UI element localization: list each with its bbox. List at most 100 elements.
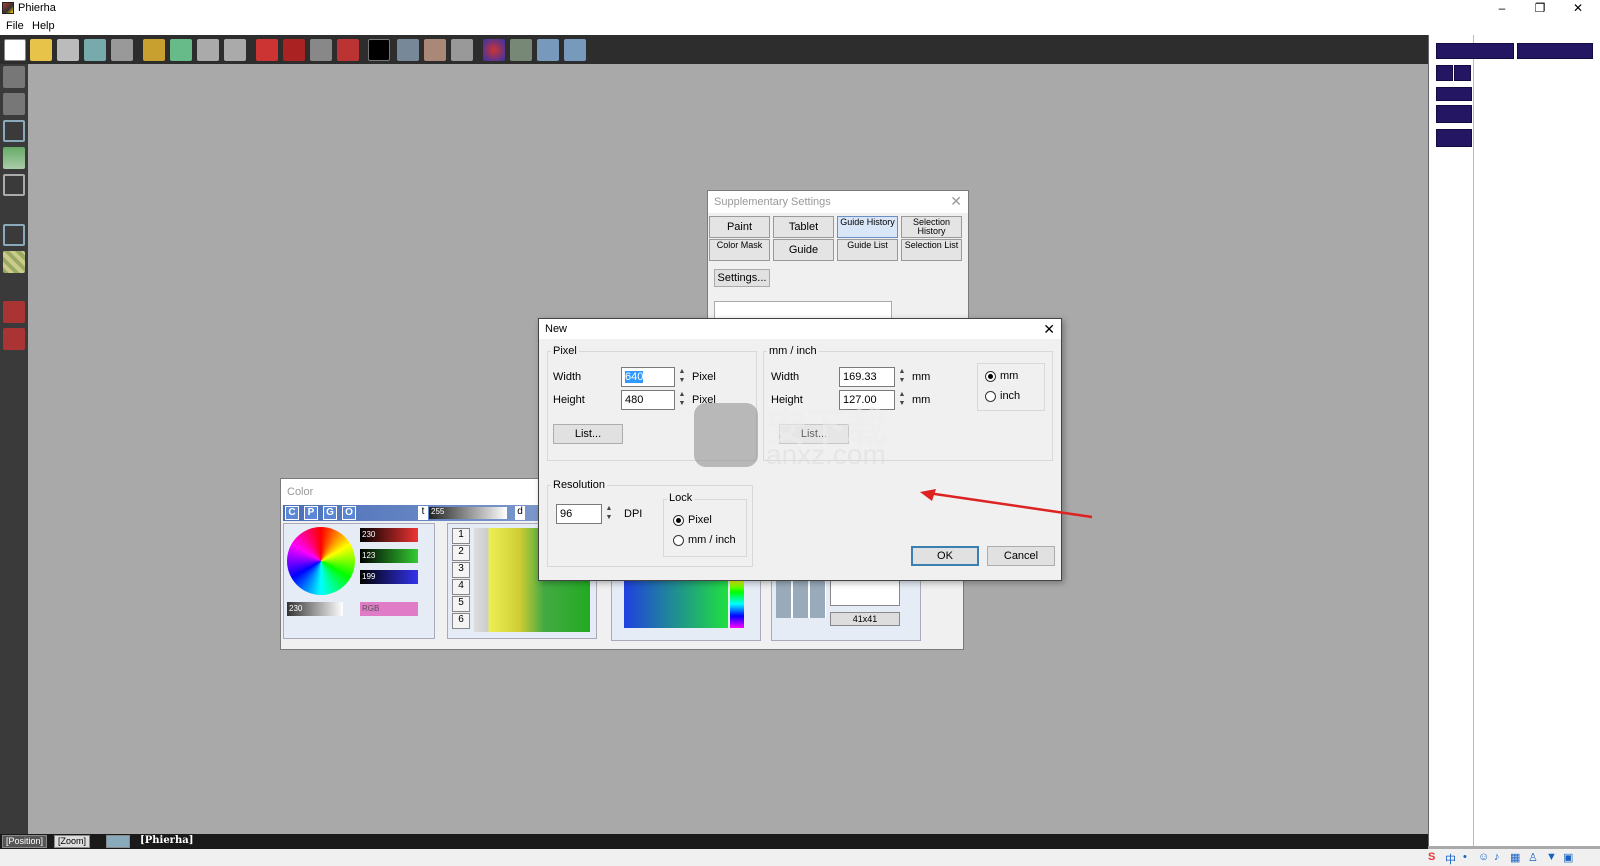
guide-list-button[interactable]: Guide List: [837, 239, 898, 261]
effect-icon[interactable]: [424, 39, 446, 61]
camera-icon[interactable]: [57, 39, 79, 61]
settings-button[interactable]: Settings...: [714, 269, 770, 287]
brush-icon[interactable]: [3, 93, 25, 115]
text-icon[interactable]: [337, 39, 359, 61]
copy-icon[interactable]: [197, 39, 219, 61]
grid-icon[interactable]: ▣: [1563, 851, 1573, 864]
pixel-list-button[interactable]: List...: [553, 424, 623, 444]
zoom-icon[interactable]: [310, 39, 332, 61]
cancel-button[interactable]: Cancel: [987, 546, 1055, 566]
palette-row-6[interactable]: 6: [452, 613, 470, 629]
height-px-input[interactable]: 480: [621, 390, 675, 410]
palette-row-5[interactable]: 5: [452, 596, 470, 612]
lock-mm-radio[interactable]: [673, 535, 684, 546]
width-px-input[interactable]: 640: [621, 367, 675, 387]
checker-icon[interactable]: [3, 251, 25, 273]
layer-block[interactable]: [1436, 43, 1514, 59]
selection-list-button[interactable]: Selection List: [901, 239, 962, 261]
layer-thumb[interactable]: [1436, 65, 1453, 81]
save-icon[interactable]: [84, 39, 106, 61]
layer-item[interactable]: [1436, 129, 1472, 147]
clear-icon[interactable]: [3, 224, 25, 246]
smudge-icon[interactable]: [3, 328, 25, 350]
print-icon[interactable]: [111, 39, 133, 61]
stamp-icon[interactable]: [256, 39, 278, 61]
fill-icon[interactable]: [3, 301, 25, 323]
transparency-slider[interactable]: 255: [429, 507, 507, 519]
layer-item[interactable]: [1436, 87, 1472, 101]
width-mm-input[interactable]: 169.33: [839, 367, 895, 387]
height-px-spinner[interactable]: ▲ ▼: [678, 390, 686, 410]
dpi-spinner[interactable]: ▲ ▼: [605, 504, 613, 524]
height-mm-spinner[interactable]: ▲ ▼: [898, 390, 906, 410]
ok-button[interactable]: OK: [911, 546, 979, 566]
unit-mm-radio[interactable]: [985, 371, 996, 382]
pen-icon[interactable]: [3, 66, 25, 88]
layer-thumb[interactable]: [1454, 65, 1471, 81]
mode-c-button[interactable]: C: [285, 506, 299, 520]
layer-block[interactable]: [1517, 43, 1593, 59]
restore-button[interactable]: ❐: [1522, 0, 1558, 18]
stamp-alt-icon[interactable]: [283, 39, 305, 61]
new-file-icon[interactable]: [4, 39, 26, 61]
minimize-button[interactable]: –: [1484, 0, 1520, 18]
guide-button[interactable]: Guide: [773, 239, 834, 261]
user-icon[interactable]: ♙: [1528, 851, 1538, 864]
zoom-out-icon[interactable]: [564, 39, 586, 61]
shirt-icon[interactable]: ▼: [1546, 851, 1557, 863]
paint-button[interactable]: Paint: [709, 216, 770, 238]
emoji-icon[interactable]: ☺: [1478, 851, 1489, 863]
lock-pixel-radio[interactable]: [673, 515, 684, 526]
paste-icon[interactable]: [224, 39, 246, 61]
red-slider[interactable]: 230: [360, 528, 418, 542]
color-wheel[interactable]: [287, 527, 355, 595]
width-mm-spinner[interactable]: ▲ ▼: [898, 367, 906, 387]
open-folder-icon[interactable]: [30, 39, 52, 61]
layer-item[interactable]: [1436, 105, 1472, 123]
palette-row-1[interactable]: 1: [452, 528, 470, 544]
close-icon[interactable]: ✕: [1043, 322, 1055, 336]
mode-g-button[interactable]: G: [323, 506, 337, 520]
system-tray: S 中 • ☺ ♪ ▦ ♙ ▼ ▣: [0, 849, 1600, 866]
gradient-icon[interactable]: [3, 147, 25, 169]
rect-select-icon[interactable]: [3, 120, 25, 142]
sphere-icon[interactable]: [483, 39, 505, 61]
keyboard-icon[interactable]: ▦: [1510, 851, 1520, 864]
ime-cn-icon[interactable]: 中: [1445, 851, 1456, 866]
settings-field[interactable]: [714, 301, 892, 319]
color-swatch-icon[interactable]: [368, 39, 390, 61]
menu-help[interactable]: Help: [32, 20, 55, 32]
mask-icon[interactable]: [451, 39, 473, 61]
mode-o-button[interactable]: O: [342, 506, 356, 520]
close-icon[interactable]: ✕: [950, 194, 962, 208]
rgb-swatch[interactable]: RGB: [360, 602, 418, 616]
palette-row-2[interactable]: 2: [452, 545, 470, 561]
zoom-in-icon[interactable]: [537, 39, 559, 61]
gray-slider[interactable]: 230: [287, 602, 343, 616]
tablet-button[interactable]: Tablet: [773, 216, 834, 238]
dpi-input[interactable]: 96: [556, 504, 602, 524]
palette-row-3[interactable]: 3: [452, 562, 470, 578]
close-button[interactable]: ✕: [1560, 0, 1596, 18]
palette-row-4[interactable]: 4: [452, 579, 470, 595]
selection-history-button[interactable]: Selection History: [901, 216, 962, 238]
guide-history-button[interactable]: Guide History: [837, 216, 898, 238]
mode-p-button[interactable]: P: [304, 506, 318, 520]
mic-icon[interactable]: ♪: [1494, 851, 1500, 863]
zoom-readout[interactable]: [Zoom]: [54, 835, 91, 848]
blue-slider[interactable]: 199: [360, 570, 418, 584]
unit-mm-label: mm: [1000, 370, 1019, 382]
ime-logo-icon[interactable]: S: [1428, 851, 1435, 863]
edit-icon[interactable]: [510, 39, 532, 61]
green-slider[interactable]: 123: [360, 549, 418, 563]
frame-icon[interactable]: [3, 174, 25, 196]
layer-icon[interactable]: [397, 39, 419, 61]
color-mask-button[interactable]: Color Mask: [709, 239, 770, 261]
undo-icon[interactable]: [143, 39, 165, 61]
play-icon[interactable]: [106, 835, 130, 848]
menu-file[interactable]: File: [6, 20, 24, 32]
punct-icon[interactable]: •: [1463, 851, 1467, 863]
width-px-spinner[interactable]: ▲ ▼: [678, 367, 686, 387]
unit-inch-radio[interactable]: [985, 391, 996, 402]
redo-icon[interactable]: [170, 39, 192, 61]
